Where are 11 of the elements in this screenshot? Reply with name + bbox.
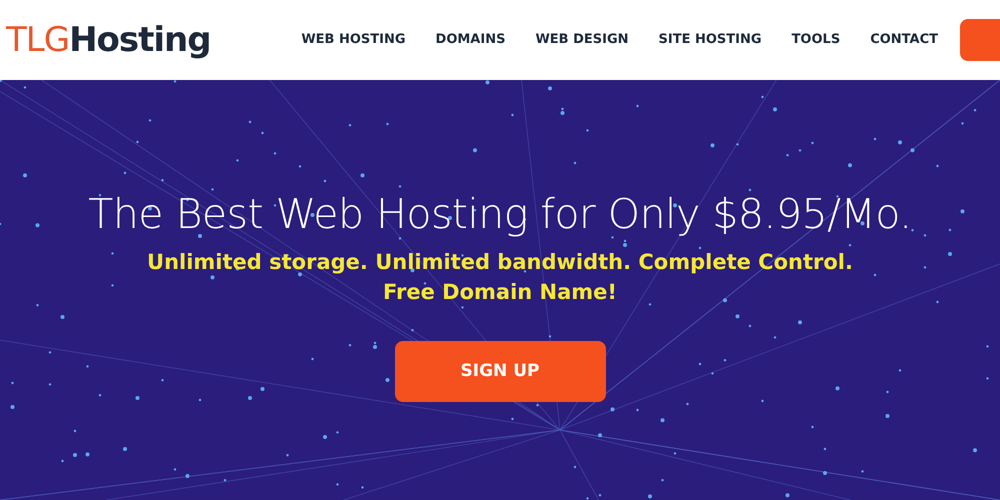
hero-subtitle: Free Domain Name!: [383, 279, 617, 306]
nav-link[interactable]: TOOLS: [792, 30, 840, 50]
nav-link[interactable]: SITE HOSTING: [658, 30, 762, 50]
nav-link[interactable]: WEB DESIGN: [535, 30, 629, 50]
nav-link[interactable]: WEB HOSTING: [301, 30, 406, 50]
nav-link[interactable]: CONTACT: [870, 30, 938, 50]
nav-link[interactable]: DOMAINS: [436, 30, 506, 50]
hero-title: The Best Web Hosting for Only $8.95/Mo.: [88, 190, 912, 240]
hero-subtitle: Unlimited storage. Unlimited bandwidth. Complete Control.: [147, 249, 853, 276]
logo[interactable]: TLGHosting: [6, 23, 211, 57]
header-button[interactable]: [960, 19, 1000, 61]
